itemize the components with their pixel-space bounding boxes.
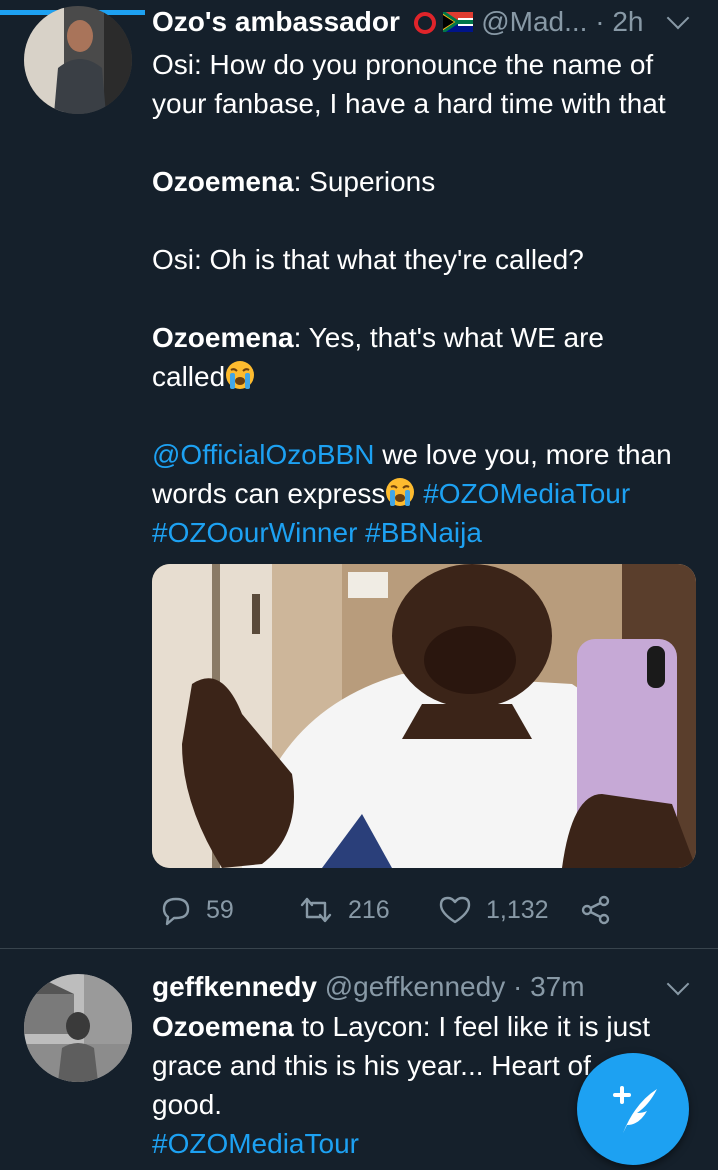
tweet-header: Ozo's ambassador @Mad... · 2h [152,6,643,38]
tweet-text-line: grace and this is his year... Heart of [152,1050,591,1081]
red-circle-icon [413,12,436,34]
tweet-text-line: Ozoemena: Yes, that's what WE are [152,318,604,357]
tweet-text-line: good. [152,1089,223,1120]
bold-name: Ozoemena [152,166,294,197]
tweet-header: geffkennedy @geffkennedy · 37m [152,971,585,1003]
tweet-text-line: called [152,357,255,396]
text-run: : Superions [293,166,436,197]
tweet-text-line: #OZOMediaTour [152,1124,359,1163]
mention-link[interactable]: @OfficialOzoBBN [152,439,374,470]
hashtag-link[interactable]: #OZOMediaTour [152,1128,359,1159]
hashtag-link[interactable]: #OZOourWinner [152,517,357,548]
avatar[interactable] [24,6,132,114]
tweet-text-line: Ozoemena: Superions [152,162,435,201]
reply-button[interactable]: 59 [160,892,234,928]
reply-count: 59 [206,895,234,924]
compose-tweet-button[interactable] [577,1053,689,1165]
chevron-down-icon[interactable] [666,972,690,996]
compose-icon [613,1086,657,1133]
loudly-crying-face-emoji [226,361,255,389]
text-run: : Yes, that's what WE are [293,322,605,353]
loudly-crying-face-emoji [386,478,415,506]
tweet-text-line: @OfficialOzoBBN we love you, more than [152,435,672,474]
author-handle[interactable]: @Mad... [481,6,587,37]
retweet-icon [300,897,332,923]
south-africa-flag-icon [442,10,474,34]
tweet-media-image[interactable] [152,564,696,868]
hashtag-link[interactable]: #BBNaija [357,517,482,548]
tweet-text-line: #OZOourWinner #BBNaija [152,513,482,552]
author-name[interactable]: Ozo's ambassador [152,6,400,37]
tweet-time: · 2h [595,6,644,37]
retweet-button[interactable]: 216 [298,892,390,928]
tweet-text-line: Ozoemena to Laycon: I feel like it is ju… [152,1007,650,1046]
like-icon [439,896,471,924]
tweet[interactable]: Ozo's ambassador @Mad... · 2h Osi: How d… [0,0,718,948]
avatar[interactable] [24,974,132,1082]
author-handle[interactable]: @geffkennedy [325,971,505,1002]
retweet-count: 216 [348,895,390,924]
tweet-text-line: words can express #OZOMediaTour [152,474,630,513]
text-run: to Laycon: I feel like it is just [293,1011,650,1042]
bold-name: Ozoemena [152,322,294,353]
hashtag-link[interactable]: #OZOMediaTour [415,478,630,509]
text-run: words can express [152,478,386,509]
text-run: called [152,361,226,392]
like-button[interactable]: 1,132 [438,892,549,928]
tweet-text-line: your fanbase, I have a hard time with th… [152,88,666,119]
text-run: we love you, more than [374,439,672,470]
tweet-text-line: Osi: Oh is that what they're called? [152,244,584,275]
tweet-time: · 37m [512,971,585,1002]
share-icon [581,895,610,925]
chevron-down-icon[interactable] [666,6,690,30]
share-button[interactable] [580,892,612,928]
like-count: 1,132 [486,895,549,924]
tweet-text-line: Osi: How do you pronounce the name of [152,49,654,80]
bold-name: Ozoemena [152,1011,294,1042]
author-name[interactable]: geffkennedy [152,971,317,1002]
reply-icon [162,897,190,926]
